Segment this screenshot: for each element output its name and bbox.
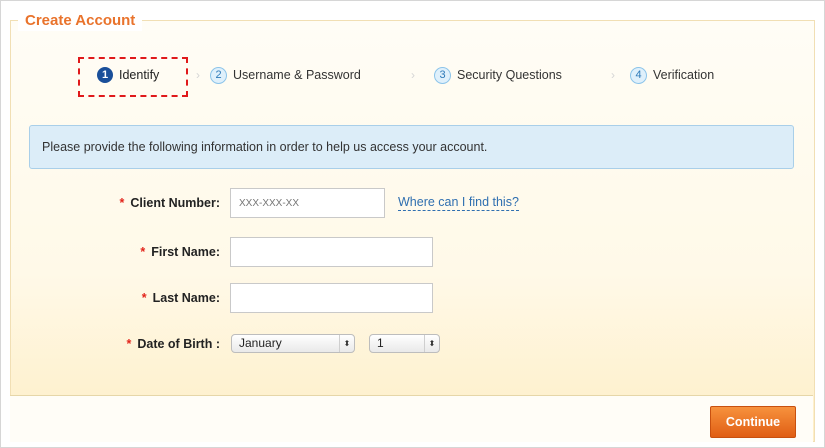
- step-security-questions: 3 Security Questions: [434, 60, 562, 90]
- step-separator: ›: [611, 68, 615, 82]
- where-find-link[interactable]: Where can I find this?: [398, 195, 519, 211]
- last-name-label-text: Last Name:: [152, 291, 220, 305]
- required-marker: *: [126, 337, 132, 351]
- highlight-annotation: [78, 57, 188, 97]
- select-arrows-icon: ⬍: [424, 335, 439, 352]
- required-marker: *: [140, 245, 146, 259]
- last-name-input[interactable]: [230, 283, 433, 313]
- date-of-birth-row: * Date of Birth : January ⬍ 1 ⬍: [0, 329, 825, 359]
- client-number-row: * Client Number: Where can I find this?: [0, 188, 825, 218]
- step-verification: 4 Verification: [630, 60, 714, 90]
- panel-title: Create Account: [18, 11, 143, 31]
- step-number-3: 3: [434, 66, 451, 84]
- client-number-input[interactable]: [230, 188, 385, 218]
- step-number-4: 4: [630, 66, 647, 84]
- first-name-row: * First Name:: [0, 237, 825, 267]
- step-username-password: 2 Username & Password: [210, 60, 361, 90]
- required-marker: *: [119, 196, 125, 210]
- first-name-label-text: First Name:: [151, 245, 220, 259]
- last-name-label: * Last Name:: [142, 283, 220, 313]
- last-name-row: * Last Name:: [0, 283, 825, 313]
- first-name-input[interactable]: [230, 237, 433, 267]
- info-message-box: Please provide the following information…: [29, 125, 794, 169]
- step-number-2: 2: [210, 66, 227, 84]
- client-number-label-text: Client Number:: [130, 196, 220, 210]
- continue-button[interactable]: Continue: [710, 406, 796, 438]
- step-label-security-questions: Security Questions: [457, 68, 562, 82]
- info-message: Please provide the following information…: [42, 140, 488, 154]
- step-label-username-password: Username & Password: [233, 68, 361, 82]
- dob-label-text: Date of Birth :: [137, 337, 220, 351]
- dob-day-select[interactable]: 1 ⬍: [369, 334, 440, 353]
- step-label-verification: Verification: [653, 68, 715, 82]
- dob-day-value: 1: [377, 336, 384, 350]
- step-separator: ›: [411, 68, 415, 82]
- first-name-label: * First Name:: [140, 237, 220, 267]
- dob-month-select[interactable]: January ⬍: [231, 334, 355, 353]
- client-number-label: * Client Number:: [120, 188, 220, 218]
- form-footer: [10, 395, 813, 442]
- required-marker: *: [141, 291, 147, 305]
- step-separator: ›: [196, 68, 200, 82]
- select-arrows-icon: ⬍: [339, 335, 354, 352]
- dob-month-value: January: [239, 336, 282, 350]
- dob-label: * Date of Birth :: [126, 329, 220, 359]
